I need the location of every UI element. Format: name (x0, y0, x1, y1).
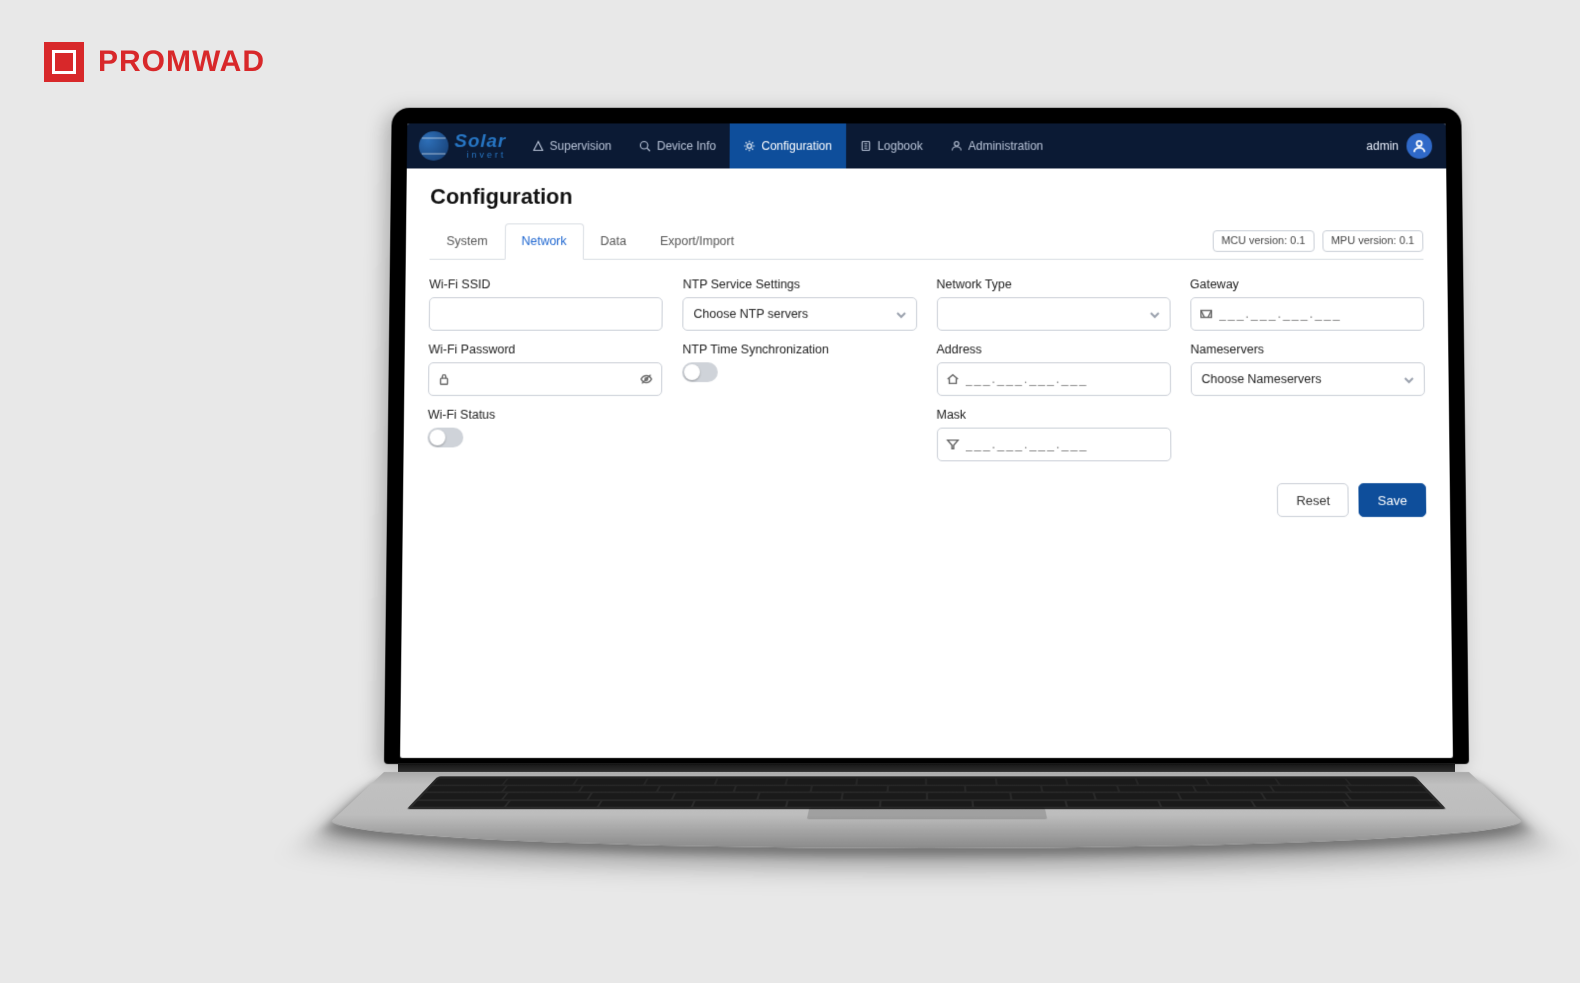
chip-icon (44, 42, 84, 82)
nameservers-placeholder: Choose Nameservers (1201, 372, 1321, 386)
ntp-sync-label: NTP Time Synchronization (682, 343, 916, 357)
ntp-service-field: NTP Service Settings Choose NTP servers (683, 277, 917, 330)
supervision-icon (532, 140, 544, 152)
nav-label: Logbook (877, 139, 922, 153)
screen: Solar invert Supervision Device Info (400, 123, 1453, 758)
lock-icon (437, 372, 451, 386)
network-type-select[interactable] (936, 297, 1170, 331)
app-logo: Solar invert (407, 131, 518, 160)
wifi-password-label: Wi-Fi Password (428, 343, 662, 357)
page-title: Configuration (430, 184, 1423, 210)
gateway-label: Gateway (1190, 277, 1424, 291)
page-body: Configuration System Network Data Export… (403, 168, 1451, 532)
app-brand-line1: Solar (454, 134, 506, 151)
tab-data[interactable]: Data (583, 223, 643, 258)
address-label: Address (936, 343, 1170, 357)
save-button[interactable]: Save (1359, 483, 1427, 517)
wifi-password-input[interactable] (457, 363, 634, 395)
chevron-down-icon (896, 309, 906, 319)
avatar-icon (1406, 133, 1432, 158)
address-field: Address (936, 343, 1170, 396)
nav-label: Supervision (550, 139, 612, 153)
ntp-service-placeholder: Choose NTP servers (694, 307, 809, 321)
eye-off-icon[interactable] (640, 372, 654, 386)
nav-label: Configuration (761, 139, 831, 153)
user-menu[interactable]: admin (1366, 133, 1446, 158)
form-grid: Wi-Fi SSID Wi-Fi Password Wi-Fi Status (427, 277, 1425, 461)
nav-label: Device Info (657, 139, 716, 153)
laptop-base (302, 772, 1550, 848)
mask-input[interactable] (965, 429, 1162, 461)
mask-label: Mask (936, 408, 1170, 422)
reset-button[interactable]: Reset (1277, 483, 1349, 517)
search-icon (639, 140, 651, 152)
ntp-sync-toggle[interactable] (682, 362, 718, 382)
nav-configuration[interactable]: Configuration (730, 123, 846, 168)
tab-network[interactable]: Network (504, 223, 583, 259)
wifi-ssid-label: Wi-Fi SSID (429, 277, 663, 291)
promwad-logo: PROMWAD (44, 42, 265, 82)
laptop-hinge (398, 764, 1455, 772)
form-actions: Reset Save (427, 483, 1427, 517)
wifi-ssid-field: Wi-Fi SSID (429, 277, 663, 330)
ntp-sync-field: NTP Time Synchronization (682, 343, 916, 396)
filter-icon (945, 438, 959, 452)
wifi-status-field: Wi-Fi Status (427, 408, 662, 462)
wifi-status-toggle[interactable] (427, 428, 463, 448)
user-icon (950, 140, 962, 152)
laptop-bezel: Solar invert Supervision Device Info (384, 108, 1469, 764)
nameservers-field: Nameservers Choose Nameservers (1190, 343, 1425, 396)
promwad-text: PROMWAD (98, 45, 265, 79)
chevron-down-icon (1404, 374, 1414, 384)
wifi-ssid-input[interactable] (429, 297, 663, 331)
nav-device-info[interactable]: Device Info (625, 123, 730, 168)
nav-label: Administration (968, 139, 1043, 153)
ntp-service-select[interactable]: Choose NTP servers (683, 297, 917, 331)
nameservers-label: Nameservers (1190, 343, 1424, 357)
gateway-field: Gateway (1190, 277, 1424, 330)
laptop-mockup: Solar invert Supervision Device Info (384, 102, 1469, 864)
tab-export-import[interactable]: Export/Import (643, 223, 751, 258)
wifi-status-label: Wi-Fi Status (428, 408, 663, 422)
navbar: Solar invert Supervision Device Info (407, 123, 1446, 168)
chevron-down-icon (1150, 309, 1160, 319)
logbook-icon (860, 140, 872, 152)
gateway-icon (1199, 307, 1213, 321)
tab-system[interactable]: System (430, 223, 505, 258)
mask-field: Mask (936, 408, 1171, 462)
nav-logbook[interactable]: Logbook (846, 123, 937, 168)
user-label: admin (1366, 139, 1398, 153)
wifi-password-field: Wi-Fi Password (428, 343, 663, 396)
globe-icon (419, 131, 449, 160)
app-brand-line2: invert (454, 150, 506, 158)
network-type-field: Network Type (936, 277, 1170, 330)
trackpad (806, 808, 1047, 820)
ntp-service-label: NTP Service Settings (683, 277, 917, 291)
nameservers-select[interactable]: Choose Nameservers (1190, 362, 1425, 396)
tabs-row: System Network Data Export/Import MCU ve… (429, 223, 1423, 259)
gear-icon (744, 140, 756, 152)
mcu-version-badge: MCU version: 0.1 (1212, 230, 1314, 252)
network-type-label: Network Type (936, 277, 1170, 291)
address-input[interactable] (965, 363, 1162, 395)
mpu-version-badge: MPU version: 0.1 (1322, 230, 1423, 252)
home-icon (945, 372, 959, 386)
gateway-input[interactable] (1219, 298, 1416, 330)
nav-supervision[interactable]: Supervision (518, 123, 626, 168)
keyboard (407, 776, 1447, 809)
nav-administration[interactable]: Administration (937, 123, 1057, 168)
